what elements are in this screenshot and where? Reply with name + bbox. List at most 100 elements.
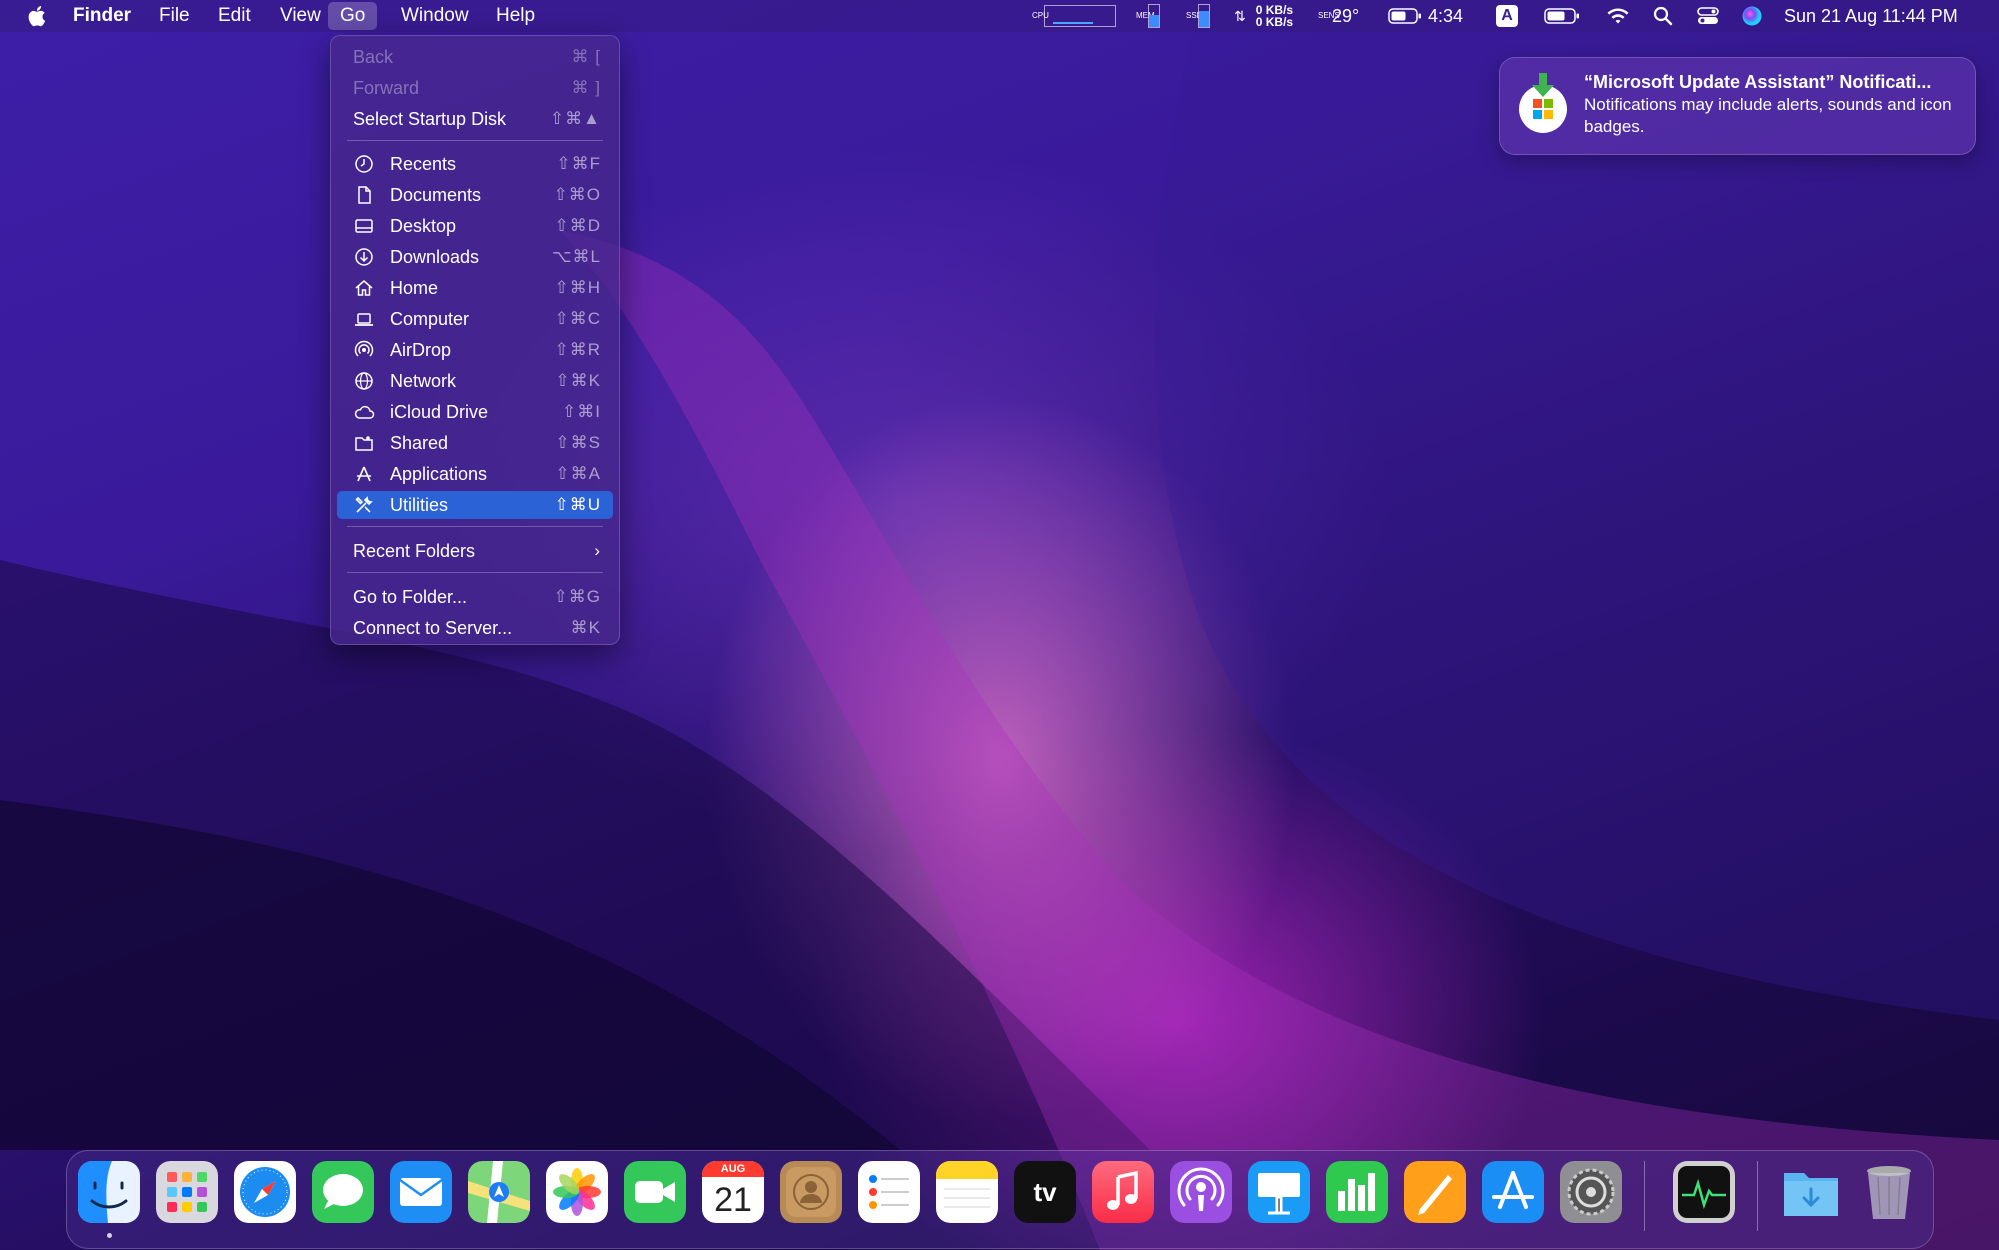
clock-icon	[353, 153, 375, 175]
menu-item-go-to-folder[interactable]: Go to Folder... ⇧⌘G	[337, 583, 613, 611]
menu-item-computer[interactable]: Computer ⇧⌘C	[337, 305, 613, 333]
menu-item-back: Back ⌘ [	[353, 46, 601, 67]
net-download: 0 KB/s	[1255, 15, 1294, 29]
menu-bar: Finder File Edit View Go Window Help CPU…	[0, 0, 1999, 32]
notification-body: Notifications may include alerts, sounds…	[1584, 95, 1952, 136]
cloud-icon	[353, 401, 375, 423]
menu-separator	[347, 140, 603, 141]
desktop-icon	[353, 215, 375, 237]
app-menu-finder[interactable]: Finder	[73, 0, 131, 32]
download-icon	[353, 246, 375, 268]
home-icon	[353, 277, 375, 299]
dock-separator	[1757, 1161, 1758, 1231]
menu-item-applications[interactable]: Applications ⇧⌘A	[337, 460, 613, 488]
maps-icon[interactable]	[468, 1161, 530, 1223]
menu-go[interactable]: Go	[328, 2, 378, 30]
cpu-monitor[interactable]: CPU	[1032, 0, 1116, 32]
control-center-icon[interactable]	[1697, 0, 1719, 32]
ssd-monitor[interactable]: SSD	[1186, 0, 1210, 32]
menu-help[interactable]: Help	[496, 0, 535, 32]
menu-item-network[interactable]: Network ⇧⌘K	[337, 367, 613, 395]
system-preferences-icon[interactable]	[1560, 1161, 1622, 1223]
menu-separator	[347, 526, 603, 527]
downloads-folder-icon[interactable]	[1780, 1161, 1842, 1223]
laptop-icon	[353, 308, 375, 330]
calendar-day: 21	[714, 1181, 752, 1219]
network-monitor[interactable]: ⇅ 0 KB/s 0 KB/s	[1234, 0, 1293, 32]
temperature-value: 29°	[1332, 5, 1360, 26]
menu-edit[interactable]: Edit	[218, 0, 251, 32]
menu-item-desktop[interactable]: Desktop ⇧⌘D	[337, 212, 613, 240]
siri-icon[interactable]	[1741, 0, 1763, 32]
tools-icon	[353, 494, 375, 516]
chevron-right-icon: ›	[594, 541, 601, 560]
menu-window[interactable]: Window	[401, 0, 469, 32]
memory-monitor[interactable]: MEM	[1136, 0, 1160, 32]
clock-datetime[interactable]: Sun 21 Aug 11:44 PM	[1784, 0, 1958, 32]
menu-item-recents[interactable]: Recents ⇧⌘F	[337, 150, 613, 178]
document-icon	[353, 184, 375, 206]
menu-item-home[interactable]: Home ⇧⌘H	[337, 274, 613, 302]
keynote-icon[interactable]	[1248, 1161, 1310, 1223]
messages-icon[interactable]	[312, 1161, 374, 1223]
pages-icon[interactable]	[1404, 1161, 1466, 1223]
menu-item-shared[interactable]: Shared ⇧⌘S	[337, 429, 613, 457]
menu-item-recent-folders[interactable]: Recent Folders ›	[337, 537, 613, 565]
dock: AUG 21 tv	[66, 1150, 1934, 1249]
network-arrows-icon: ⇅	[1234, 7, 1246, 24]
numbers-icon[interactable]	[1326, 1161, 1388, 1223]
ssd-label: SSD	[1186, 11, 1203, 20]
menu-file[interactable]: File	[159, 0, 190, 32]
menu-item-icloud-drive[interactable]: iCloud Drive ⇧⌘I	[337, 398, 613, 426]
menu-separator	[347, 572, 603, 573]
menu-item-select-startup-disk[interactable]: Select Startup Disk ⇧⌘▲	[337, 105, 613, 133]
notification-banner[interactable]: “Microsoft Update Assistant” Notificati.…	[1499, 57, 1976, 155]
safari-icon[interactable]	[234, 1161, 296, 1223]
photos-icon[interactable]	[546, 1161, 608, 1223]
menu-item-airdrop[interactable]: AirDrop ⇧⌘R	[337, 336, 613, 364]
applications-icon	[353, 463, 375, 485]
wifi-icon[interactable]	[1605, 0, 1631, 32]
launchpad-icon[interactable]	[156, 1161, 218, 1223]
mail-icon[interactable]	[390, 1161, 452, 1223]
menu-item-documents[interactable]: Documents ⇧⌘O	[337, 181, 613, 209]
menu-item-connect-to-server[interactable]: Connect to Server... ⌘K	[337, 614, 613, 642]
podcasts-icon[interactable]	[1170, 1161, 1232, 1223]
microsoft-update-icon	[1518, 73, 1568, 135]
spotlight-search-icon[interactable]	[1653, 0, 1673, 32]
airdrop-icon	[353, 339, 375, 361]
apple-logo-icon[interactable]	[26, 4, 46, 28]
running-indicator	[107, 1233, 112, 1238]
notification-title: “Microsoft Update Assistant” Notificati.…	[1584, 72, 1932, 92]
app-store-icon[interactable]	[1482, 1161, 1544, 1223]
sensors-monitor[interactable]: SENS 29°	[1318, 0, 1359, 32]
music-icon[interactable]	[1092, 1161, 1154, 1223]
trash-icon[interactable]	[1858, 1161, 1920, 1223]
input-source-badge: A	[1496, 5, 1518, 27]
ssd-bar	[1198, 4, 1210, 28]
contacts-icon[interactable]	[780, 1161, 842, 1223]
calendar-icon[interactable]: AUG 21	[702, 1161, 764, 1223]
globe-icon	[353, 370, 375, 392]
input-source[interactable]: A	[1496, 0, 1518, 32]
menu-item-downloads[interactable]: Downloads ⌥⌘L	[337, 243, 613, 271]
cpu-graph	[1044, 5, 1116, 27]
wallpaper	[0, 0, 1999, 1250]
reminders-icon[interactable]	[858, 1161, 920, 1223]
menu-item-forward: Forward ⌘ ]	[353, 77, 601, 98]
tv-label: tv	[1033, 1177, 1057, 1207]
dock-separator	[1644, 1161, 1645, 1231]
cpu-label: CPU	[1032, 11, 1049, 20]
menu-item-utilities[interactable]: Utilities ⇧⌘U	[337, 491, 613, 519]
memory-bar	[1148, 4, 1160, 28]
shared-folder-icon	[353, 432, 375, 454]
go-menu-dropdown: Back ⌘ [ Forward ⌘ ] Select Startup Disk…	[330, 35, 620, 645]
menu-view[interactable]: View	[280, 0, 321, 32]
battery-menu-icon[interactable]	[1544, 0, 1580, 32]
activity-monitor-icon[interactable]	[1673, 1161, 1735, 1223]
finder-icon[interactable]	[78, 1161, 140, 1223]
notes-icon[interactable]	[936, 1161, 998, 1223]
battery-status[interactable]: 4:34	[1388, 0, 1463, 32]
apple-tv-icon[interactable]: tv	[1014, 1161, 1076, 1223]
facetime-icon[interactable]	[624, 1161, 686, 1223]
